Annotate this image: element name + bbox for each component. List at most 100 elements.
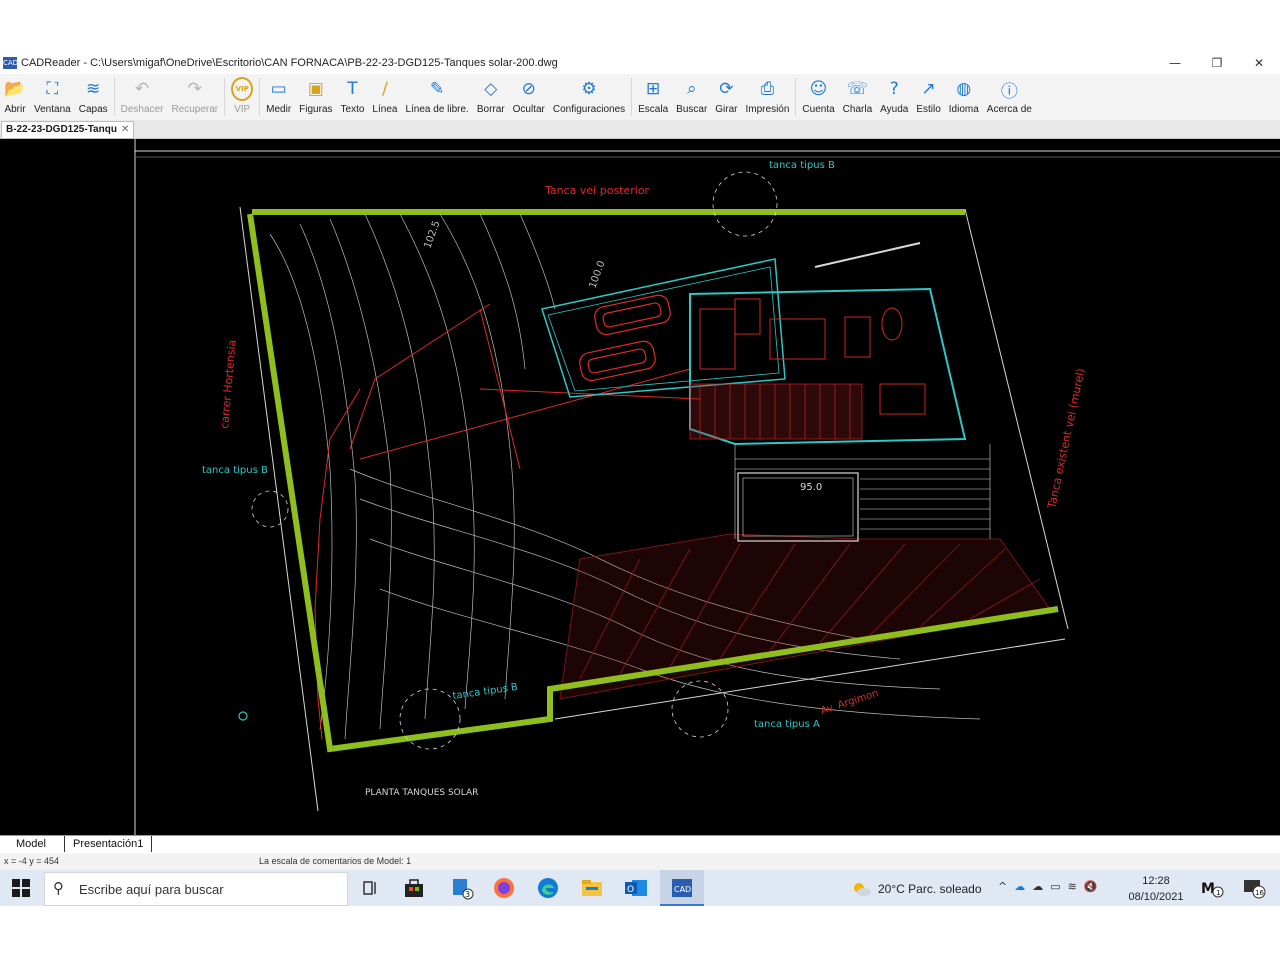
chat-icon: ☏ xyxy=(846,79,869,99)
toolbar-shapes-button[interactable]: ▣ Figuras xyxy=(295,74,336,120)
taskbar-search-input[interactable]: ⚲ Escribe aquí para buscar xyxy=(44,872,348,906)
toolbar-user-button[interactable]: ☺ Cuenta xyxy=(798,74,838,120)
eraser-icon: ◇ xyxy=(484,79,498,99)
toolbar-label: Borrar xyxy=(476,104,505,115)
toolbar-folder-open-button[interactable]: 📂 Abrir xyxy=(0,74,30,120)
taskbar-clock[interactable]: 12:28 08/10/2021 xyxy=(1122,873,1190,905)
printer-icon: ⎙ xyxy=(760,79,775,99)
store-icon[interactable] xyxy=(402,876,426,900)
toolbar-separator xyxy=(631,78,633,116)
toolbar-label: Buscar xyxy=(676,104,708,115)
account-badge-icon[interactable]: M1 xyxy=(1200,876,1224,900)
rotate-icon: ⟳ xyxy=(719,79,734,99)
pool-deck xyxy=(734,444,991,539)
freehand-pen-icon: ✎ xyxy=(430,79,445,99)
globe-icon: ◍ xyxy=(956,79,972,99)
redo-icon: ↷ xyxy=(187,79,202,99)
help-icon: ? xyxy=(889,79,899,99)
file-explorer-icon[interactable] xyxy=(580,876,604,900)
edge-icon[interactable] xyxy=(536,876,560,900)
measure-icon: ▭ xyxy=(270,79,287,99)
toolbar-printer-button[interactable]: ⎙ Impresión xyxy=(742,74,794,120)
toolbar-redo-button[interactable]: ↷ Recuperar xyxy=(167,74,222,120)
layout-tab-bar: Model Presentación1 xyxy=(0,835,1280,853)
layers-icon: ≋ xyxy=(86,79,101,99)
account-badge-count: 1 xyxy=(1216,889,1220,897)
toolbar-window-zoom-button[interactable]: ⛶ Ventana xyxy=(30,74,75,120)
toolbar-search-button[interactable]: ⌕ Buscar xyxy=(672,74,711,120)
wifi-icon[interactable]: ≋ xyxy=(1068,880,1077,893)
firefox-icon[interactable] xyxy=(492,876,516,900)
toolbar-label: Texto xyxy=(340,104,365,115)
toolbar-label: Girar xyxy=(715,104,738,115)
toolbar-eraser-button[interactable]: ◇ Borrar xyxy=(473,74,509,120)
search-icon: ⌕ xyxy=(686,79,697,99)
toolbar-rotate-button[interactable]: ⟳ Girar xyxy=(711,74,741,120)
toolbar-measure-button[interactable]: ▭ Medir xyxy=(262,74,295,120)
cursor-coordinates: x = -4 y = 454 xyxy=(4,856,60,866)
toolbar-style-button[interactable]: ↗ Estilo xyxy=(912,74,944,120)
tab-model[interactable]: Model xyxy=(8,836,54,852)
tab-presentacion1[interactable]: Presentación1 xyxy=(64,836,153,852)
toolbar-globe-button[interactable]: ◍ Idioma xyxy=(945,74,983,120)
toolbar-line-button[interactable]: ∕ Línea xyxy=(368,74,401,120)
toolbar-label: Ayuda xyxy=(880,104,909,115)
notifications-icon[interactable]: 16 xyxy=(1242,876,1266,900)
search-placeholder: Escribe aquí para buscar xyxy=(79,882,224,897)
onedrive-cloud-icon[interactable]: ☁ xyxy=(1014,880,1025,893)
toolbar-hide-eye-button[interactable]: ⊘ Ocultar xyxy=(509,74,549,120)
windows-start-icon[interactable] xyxy=(12,879,30,897)
folder-open-icon: 📂 xyxy=(4,79,26,99)
toolbar-label: Idioma xyxy=(948,104,979,115)
status-message: La escala de comentarios de Model: 1 xyxy=(259,856,412,866)
toolbar-settings-button[interactable]: ⚙ Configuraciones xyxy=(549,74,629,120)
task-view-icon[interactable] xyxy=(358,876,382,900)
toolbar-label: Estilo xyxy=(916,104,941,115)
toolbar-label: Abrir xyxy=(4,104,26,115)
svg-text:O: O xyxy=(627,885,634,895)
toolbar-layers-button[interactable]: ≋ Capas xyxy=(75,74,112,120)
cadreader-taskbar-icon[interactable]: CAD xyxy=(670,876,694,900)
main-toolbar: 📂 Abrir ⛶ Ventana ≋ Capas ↶ Deshacer ↷ Recuperar V… xyxy=(0,74,1280,120)
toolbar-separator xyxy=(224,78,226,116)
undo-icon: ↶ xyxy=(134,79,150,99)
toolbar-info-button[interactable]: ⓘ Acerca de xyxy=(983,74,1036,120)
close-button[interactable]: ✕ xyxy=(1238,52,1280,74)
drawing-canvas[interactable]: Tanca vei posterior tanca tipus B tanca … xyxy=(0,139,1280,835)
cadreader-app-icon: CAD xyxy=(3,57,19,69)
system-tray: ^ ☁ ☁ ▭ ≋ 🔇 xyxy=(998,880,1098,893)
close-tab-icon[interactable]: ✕ xyxy=(121,124,129,135)
speaker-muted-icon[interactable]: 🔇 xyxy=(1084,880,1098,893)
info-icon: ⓘ xyxy=(1000,81,1018,102)
toolbar-scale-button[interactable]: ⊞ Escala xyxy=(634,74,672,120)
toolbar-text-button[interactable]: T Texto xyxy=(337,74,369,120)
minimize-button[interactable]: — xyxy=(1154,52,1196,74)
toolbar-separator xyxy=(259,78,261,116)
weather-widget[interactable]: 20°C Parc. soleado xyxy=(850,880,982,898)
garage-cars xyxy=(579,294,671,382)
toolbar-chat-button[interactable]: ☏ Charla xyxy=(839,74,876,120)
status-bar: x = -4 y = 454 La escala de comentarios … xyxy=(0,853,1280,870)
toolbar-undo-button[interactable]: ↶ Deshacer xyxy=(117,74,168,120)
user-icon: ☺ xyxy=(809,79,828,99)
toolbar-freehand-pen-button[interactable]: ✎ Línea de libre. xyxy=(401,74,472,120)
toolbar-label: Recuperar xyxy=(171,104,219,115)
toolbar-help-button[interactable]: ? Ayuda xyxy=(876,74,912,120)
garage-inner xyxy=(547,266,780,392)
battery-icon[interactable]: ▭ xyxy=(1050,880,1060,893)
label-tanca-vei-posterior: Tanca vei posterior xyxy=(544,184,650,197)
label-tanca-tipus-a: tanca tipus A xyxy=(754,719,820,730)
restore-button[interactable]: ❐ xyxy=(1196,52,1238,74)
document-tab[interactable]: B-22-23-DGD125-Tanqu ✕ xyxy=(1,121,135,139)
toolbar-vip-badge-button[interactable]: VIP VIP xyxy=(227,74,257,120)
toolbar-label: Acerca de xyxy=(986,104,1032,115)
label-av-argimon: Av. Argimon xyxy=(820,688,880,717)
toolbar-label: Medir xyxy=(266,104,292,115)
label-tanca-tipus-b-top: tanca tipus B xyxy=(769,160,835,171)
label-pool-level: 95.0 xyxy=(800,482,822,493)
clock-date: 08/10/2021 xyxy=(1128,891,1184,903)
files-app-icon[interactable]: 3 xyxy=(450,876,474,900)
outlook-icon[interactable]: O xyxy=(624,876,648,900)
onedrive-personal-cloud-icon[interactable]: ☁ xyxy=(1032,880,1043,893)
chevron-up-icon[interactable]: ^ xyxy=(998,880,1007,893)
